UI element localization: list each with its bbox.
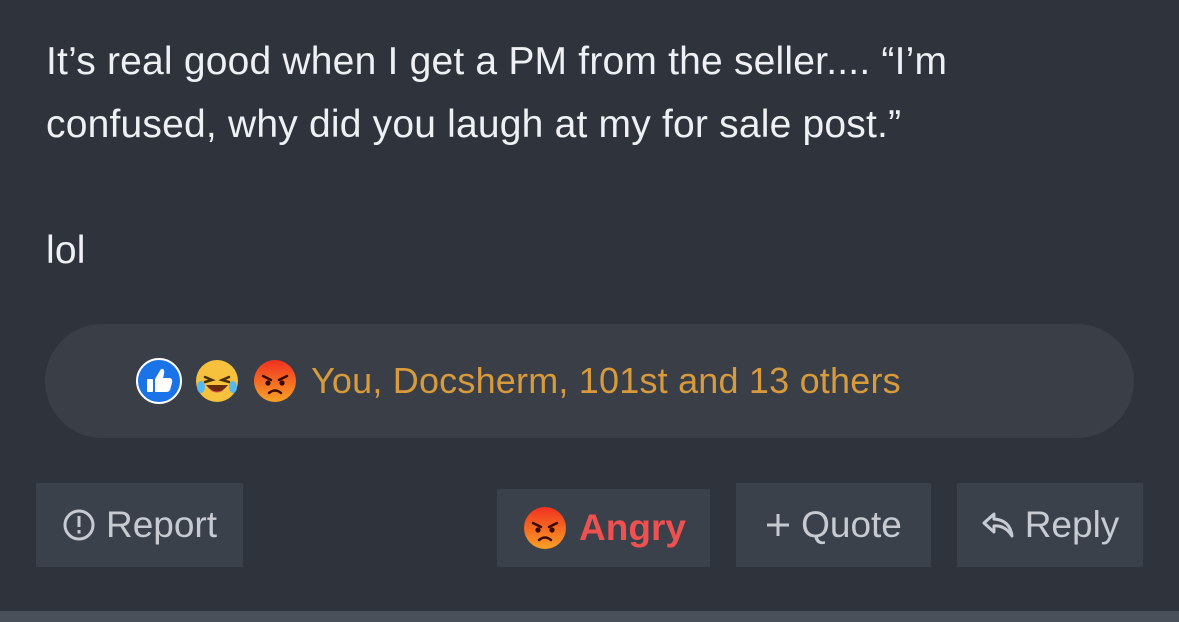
plus-icon [767, 514, 790, 536]
reactions-bar[interactable]: You, Docsherm, 101st and 13 others [45, 324, 1134, 438]
report-button[interactable]: Report [36, 483, 243, 567]
report-label: Report [105, 504, 218, 545]
post-text-line: It’s real good when I get a PM from the … [46, 40, 948, 83]
alert-circle-icon [63, 509, 95, 541]
reply-label: Reply [1024, 504, 1120, 545]
post-text-line: lol [46, 229, 86, 272]
post-body: It’s real good when I get a PM from the … [46, 30, 1146, 282]
reactions-summary[interactable]: You, Docsherm, 101st and 13 others [311, 360, 901, 402]
angry-icon [524, 507, 567, 549]
quote-label: Quote [801, 504, 902, 545]
reply-button[interactable]: Reply [957, 483, 1143, 567]
reaction-icons [135, 357, 309, 405]
divider [0, 611, 1179, 622]
laugh-icon [196, 360, 238, 402]
post-text-line: confused, why did you laugh at my for sa… [46, 103, 902, 146]
reply-arrow-icon [982, 512, 1014, 538]
angry-reaction-button[interactable]: Angry [497, 489, 710, 567]
angry-icon [254, 360, 296, 402]
angry-label: Angry [579, 507, 686, 548]
like-icon [136, 358, 182, 404]
quote-button[interactable]: Quote [736, 483, 931, 567]
